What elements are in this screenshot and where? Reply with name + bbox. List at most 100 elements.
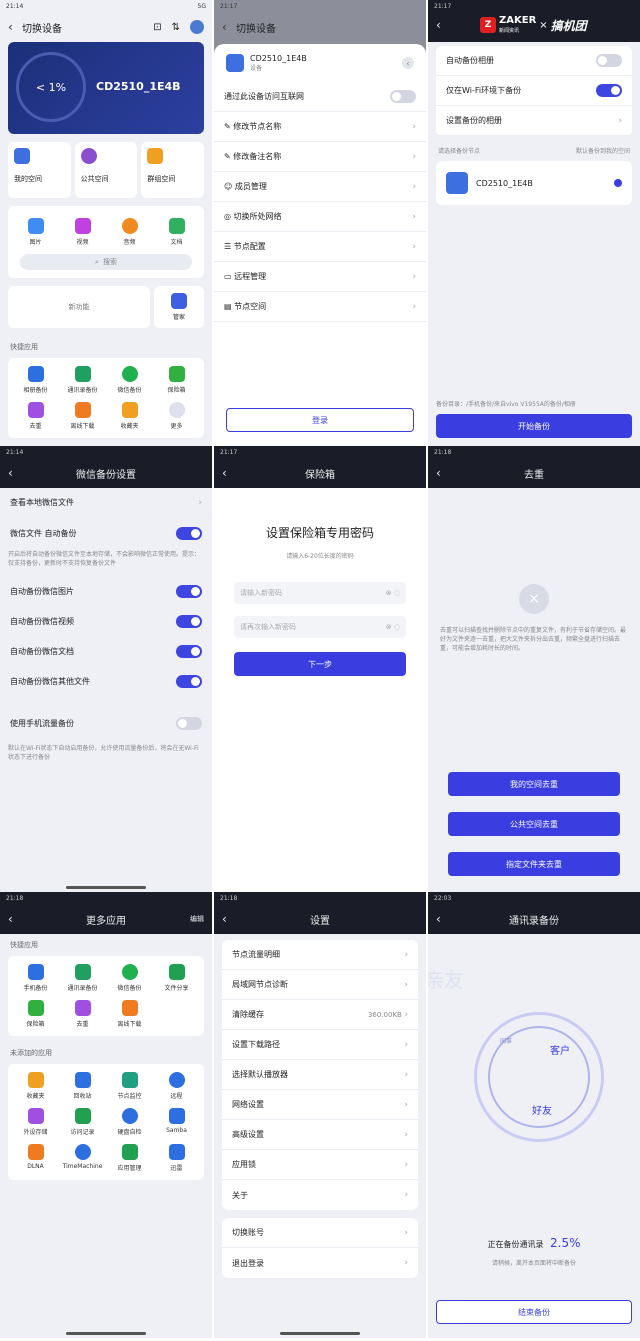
- settings-item[interactable]: 清除缓存 360.00KB ›: [222, 1000, 418, 1030]
- scan-icon[interactable]: ⊡: [153, 22, 161, 33]
- settings-item[interactable]: 节点流量明细 ›: [222, 940, 418, 970]
- app-contacts-backup[interactable]: 通讯录备份: [59, 964, 106, 992]
- settings-item[interactable]: 设置下载路径 ›: [222, 1030, 418, 1060]
- settings-item[interactable]: 网络设置 ›: [222, 1090, 418, 1120]
- media-videos[interactable]: 视频: [59, 218, 106, 246]
- sort-icon[interactable]: ⇅: [172, 22, 180, 33]
- orbit-word-client: 客户: [550, 1046, 570, 1057]
- app-more[interactable]: 更多: [153, 402, 200, 430]
- app-thunder[interactable]: 迅雷: [153, 1144, 200, 1172]
- eye-off-icon[interactable]: ◌: [394, 623, 400, 631]
- app-safe[interactable]: 保险箱: [153, 366, 200, 394]
- app-wechat-backup[interactable]: 微信备份: [106, 964, 153, 992]
- option-toggle[interactable]: [176, 674, 202, 688]
- dedupe-public-space-button[interactable]: 公共空间去重: [448, 812, 620, 836]
- back-icon[interactable]: ‹: [436, 466, 450, 480]
- mobile-data-toggle[interactable]: [176, 716, 202, 730]
- app-access-log[interactable]: 访问记录: [59, 1108, 106, 1136]
- app-recycle-bin[interactable]: 回收站: [59, 1072, 106, 1100]
- app-disk-check[interactable]: 硬盘自检: [106, 1108, 153, 1136]
- edit-button[interactable]: 编辑: [190, 914, 204, 924]
- app-safe[interactable]: 保险箱: [12, 1000, 59, 1028]
- back-icon[interactable]: ‹: [222, 912, 236, 926]
- logout-row[interactable]: 退出登录 ›: [222, 1248, 418, 1278]
- media-images[interactable]: 图片: [12, 218, 59, 246]
- quick-apps-title: 快捷应用: [10, 941, 38, 949]
- back-icon[interactable]: ‹: [436, 912, 450, 926]
- app-dedupe[interactable]: 去重: [59, 1000, 106, 1028]
- back-icon[interactable]: ‹: [222, 466, 236, 480]
- start-backup-button[interactable]: 开始备份: [436, 414, 632, 438]
- node-item[interactable]: CD2510_1E4B: [436, 161, 632, 205]
- option-toggle[interactable]: [176, 614, 202, 628]
- app-wechat-backup[interactable]: 微信备份: [106, 366, 153, 394]
- menu-item[interactable]: ◎ 切换所处网络 ›: [214, 202, 426, 232]
- wifi-only-toggle[interactable]: [596, 84, 622, 97]
- next-button[interactable]: 下一步: [234, 652, 406, 676]
- nav-bar: ‹ 更多应用 编辑: [0, 904, 212, 934]
- app-dedupe[interactable]: 去重: [12, 402, 59, 430]
- media-docs[interactable]: 文档: [153, 218, 200, 246]
- app-app-manager[interactable]: 应用管理: [106, 1144, 153, 1172]
- confirm-password-field[interactable]: 请再次输入新密码 ⊗ ◌: [234, 616, 406, 638]
- app-dlna[interactable]: DLNA: [12, 1144, 59, 1172]
- dedupe-my-space-button[interactable]: 我的空间去重: [448, 772, 620, 796]
- search-input[interactable]: ⌕ 搜索: [20, 254, 192, 270]
- app-timemachine[interactable]: TimeMachine: [59, 1144, 106, 1172]
- settings-item[interactable]: 关于 ›: [222, 1180, 418, 1210]
- app-favorites[interactable]: 收藏夹: [106, 402, 153, 430]
- clear-icon[interactable]: ⊗: [386, 623, 392, 631]
- back-icon[interactable]: ‹: [8, 466, 22, 480]
- app-offline-download[interactable]: 离线下载: [59, 402, 106, 430]
- app-file-share[interactable]: 文件分享: [153, 964, 200, 992]
- app-offline-download[interactable]: 离线下载: [106, 1000, 153, 1028]
- settings-item[interactable]: 选择默认播放器 ›: [222, 1060, 418, 1090]
- app-external-storage[interactable]: 外设存储: [12, 1108, 59, 1136]
- new-password-field[interactable]: 请输入新密码 ⊗ ◌: [234, 582, 406, 604]
- app-samba[interactable]: Samba: [153, 1108, 200, 1136]
- app-remote[interactable]: 远程: [153, 1072, 200, 1100]
- menu-item[interactable]: ▭ 远程管理 ›: [214, 262, 426, 292]
- space-my[interactable]: 我的空间: [8, 142, 71, 198]
- app-node-monitor[interactable]: 节点监控: [106, 1072, 153, 1100]
- back-icon[interactable]: ‹: [8, 20, 22, 34]
- menu-item[interactable]: ☰ 节点配置 ›: [214, 232, 426, 262]
- eye-off-icon[interactable]: ◌: [394, 589, 400, 597]
- menu-item[interactable]: ☺ 成员管理 ›: [214, 172, 426, 202]
- avatar[interactable]: [190, 20, 204, 34]
- app-album-backup[interactable]: 相册备份: [12, 366, 59, 394]
- back-icon[interactable]: ‹: [8, 912, 22, 926]
- public-space-icon: [80, 148, 97, 164]
- wechat-auto-toggle[interactable]: [176, 526, 202, 540]
- switch-account-row[interactable]: 切换账号 ›: [222, 1218, 418, 1248]
- app-phone-backup[interactable]: 手机备份: [12, 964, 59, 992]
- settings-item[interactable]: 高级设置 ›: [222, 1120, 418, 1150]
- view-local-row[interactable]: 查看本地微信文件 ›: [0, 488, 212, 518]
- dedupe-folder-button[interactable]: 指定文件夹去重: [448, 852, 620, 876]
- media-audio[interactable]: 音频: [106, 218, 153, 246]
- promo-banner[interactable]: 新功能: [8, 286, 150, 328]
- menu-item[interactable]: ✎ 修改备注名称 ›: [214, 142, 426, 172]
- internet-toggle[interactable]: [390, 90, 416, 103]
- auto-backup-toggle[interactable]: [596, 54, 622, 67]
- app-contacts-backup[interactable]: 通讯录备份: [59, 366, 106, 394]
- space-group[interactable]: 群组空间: [141, 142, 205, 198]
- end-backup-button[interactable]: 结束备份: [436, 1300, 632, 1324]
- status-bar: 21:17: [220, 2, 238, 10]
- menu-item[interactable]: ▤ 节点空间 ›: [214, 292, 426, 322]
- manage-button[interactable]: 管家: [154, 286, 204, 328]
- option-toggle[interactable]: [176, 644, 202, 658]
- app-favorites[interactable]: 收藏夹: [12, 1072, 59, 1100]
- clear-icon[interactable]: ⊗: [386, 589, 392, 597]
- back-icon[interactable]: ‹: [222, 20, 236, 34]
- device-card[interactable]: < 1% CD2510_1E4B: [8, 42, 204, 134]
- settings-item[interactable]: 局域网节点诊断 ›: [222, 970, 418, 1000]
- space-public[interactable]: 公共空间: [74, 142, 138, 198]
- back-icon[interactable]: ‹: [436, 18, 441, 32]
- login-button[interactable]: 登录: [226, 408, 414, 432]
- menu-item[interactable]: ✎ 修改节点名称 ›: [214, 112, 426, 142]
- settings-item[interactable]: 应用锁 ›: [222, 1150, 418, 1180]
- collapse-icon[interactable]: ‹: [402, 57, 414, 69]
- option-toggle[interactable]: [176, 584, 202, 598]
- choose-album-row[interactable]: 设置备份的相册 ›: [436, 106, 632, 136]
